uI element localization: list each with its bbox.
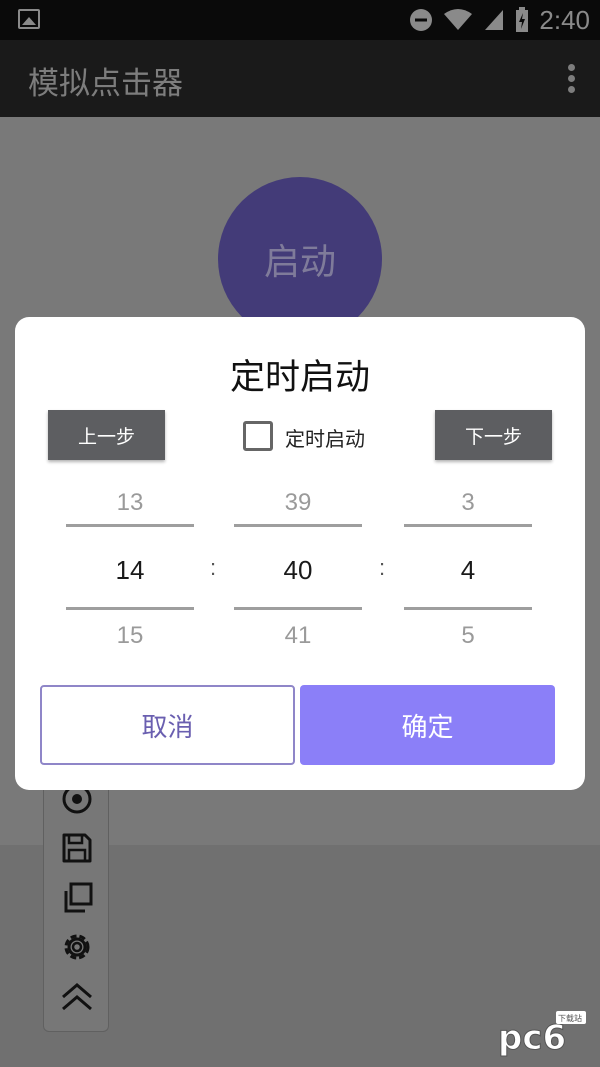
side-toolbar [43,770,109,1032]
minute-picker[interactable]: 39 40 41 [234,477,362,650]
next-step-button[interactable]: 下一步 [435,410,552,460]
divider [234,524,362,527]
signal-icon [485,10,504,30]
image-notification-icon [18,9,40,29]
prev-step-button[interactable]: 上一步 [48,410,165,460]
wifi-icon [444,9,473,30]
pc6-watermark-logo: pc6 下载站 [498,1011,586,1059]
time-separator: : [210,555,217,580]
second-current-value[interactable]: 4 [404,555,532,586]
status-bar: 2:40 [0,0,600,40]
save-icon[interactable] [60,831,94,865]
divider [66,607,194,610]
second-prev-value[interactable]: 3 [404,489,532,517]
divider [234,607,362,610]
time-separator: : [379,555,386,580]
hour-prev-value[interactable]: 13 [66,489,194,517]
hour-current-value[interactable]: 14 [66,555,194,586]
cancel-button[interactable]: 取消 [40,685,295,765]
divider [66,524,194,527]
minute-next-value[interactable]: 41 [234,622,362,650]
dialog-title: 定时启动 [229,358,370,398]
timer-start-checkbox[interactable] [243,421,273,451]
svg-text:pc6: pc6 [498,1018,566,1058]
timer-dialog: 定时启动 上一步 定时启动 下一步 13 14 15 : 39 40 41 : … [15,317,585,790]
divider [404,524,532,527]
status-icons: 2:40 [409,4,590,35]
overflow-menu-icon[interactable] [566,64,576,94]
collapse-up-icon[interactable] [60,980,94,1014]
minute-current-value[interactable]: 40 [234,555,362,586]
do-not-disturb-icon [410,9,433,31]
hour-picker[interactable]: 13 14 15 [66,477,194,650]
start-button-label: 启动 [263,242,336,283]
status-time: 2:40 [539,4,590,35]
hour-next-value[interactable]: 15 [66,622,194,650]
app-title: 模拟点击器 [28,66,183,102]
minute-prev-value[interactable]: 39 [234,489,362,517]
settings-icon[interactable] [60,930,94,964]
battery-charging-icon [516,7,529,32]
divider [404,607,532,610]
app-bar: 模拟点击器 [0,40,600,117]
second-picker[interactable]: 3 4 5 [404,477,532,650]
timer-start-label[interactable]: 定时启动 [285,423,365,452]
confirm-button[interactable]: 确定 [300,685,555,765]
svg-text:下载站: 下载站 [558,1013,582,1023]
second-next-value[interactable]: 5 [404,622,532,650]
copy-icon[interactable] [60,881,94,915]
